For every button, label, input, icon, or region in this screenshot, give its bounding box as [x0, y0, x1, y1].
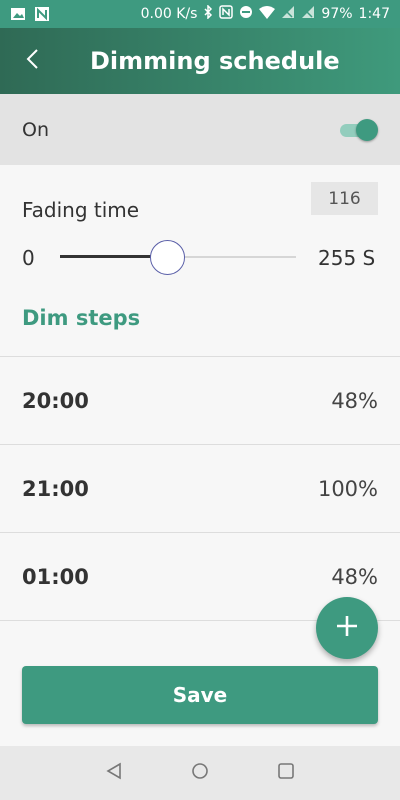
slider-handle[interactable] [150, 240, 185, 275]
system-nav-bar [0, 746, 400, 800]
schedule-enable-switch[interactable] [340, 118, 378, 141]
step-level: 48% [331, 388, 378, 413]
page-title: Dimming schedule [90, 47, 340, 75]
wifi-icon [259, 5, 276, 23]
nav-back-button[interactable] [102, 761, 126, 785]
do-not-disturb-icon [239, 5, 253, 23]
step-time: 20:00 [22, 388, 89, 413]
slider-min-label: 0 [22, 246, 35, 270]
clock: 1:47 [358, 6, 390, 22]
schedule-enable-label: On [22, 118, 49, 141]
step-time: 01:00 [22, 564, 89, 589]
image-icon [10, 7, 26, 21]
nav-recents-button[interactable] [274, 761, 298, 785]
battery-level: 97% [321, 6, 353, 22]
step-level: 100% [317, 476, 378, 501]
network-speed: 0.00 K/s [140, 6, 198, 22]
save-button[interactable]: Save [22, 666, 378, 724]
status-bar: 0.00 K/s 97% 1:47 [0, 0, 400, 28]
list-item[interactable]: 21:00 100% [0, 444, 400, 532]
circle-home-icon [191, 762, 209, 784]
step-level: 48% [331, 564, 378, 589]
switch-thumb [356, 118, 378, 141]
signal-icon-2 [301, 5, 315, 23]
step-time: 21:00 [22, 476, 89, 501]
plus-icon [335, 614, 359, 642]
schedule-enable-row: On [0, 94, 400, 165]
app-bar: Dimming schedule [0, 28, 400, 94]
dim-steps-list: 20:00 48% 21:00 100% 01:00 48% [0, 356, 400, 620]
nfc-icon [219, 5, 234, 23]
bluetooth-icon [203, 4, 213, 23]
add-step-button[interactable] [316, 597, 378, 659]
chevron-left-icon [25, 48, 39, 74]
back-button[interactable] [4, 33, 60, 89]
square-recents-icon [277, 762, 295, 784]
fading-time-slider[interactable] [60, 240, 296, 275]
triangle-back-icon [105, 762, 123, 784]
nav-home-button[interactable] [188, 761, 212, 785]
dim-steps-heading: Dim steps [22, 306, 141, 330]
fading-time-value: 116 [311, 182, 378, 215]
slider-max-label: 255 S [318, 246, 376, 270]
signal-icon-1 [281, 5, 295, 23]
list-item[interactable]: 20:00 48% [0, 356, 400, 444]
n-notification-icon [34, 7, 50, 21]
fading-time-label: Fading time [22, 198, 140, 222]
